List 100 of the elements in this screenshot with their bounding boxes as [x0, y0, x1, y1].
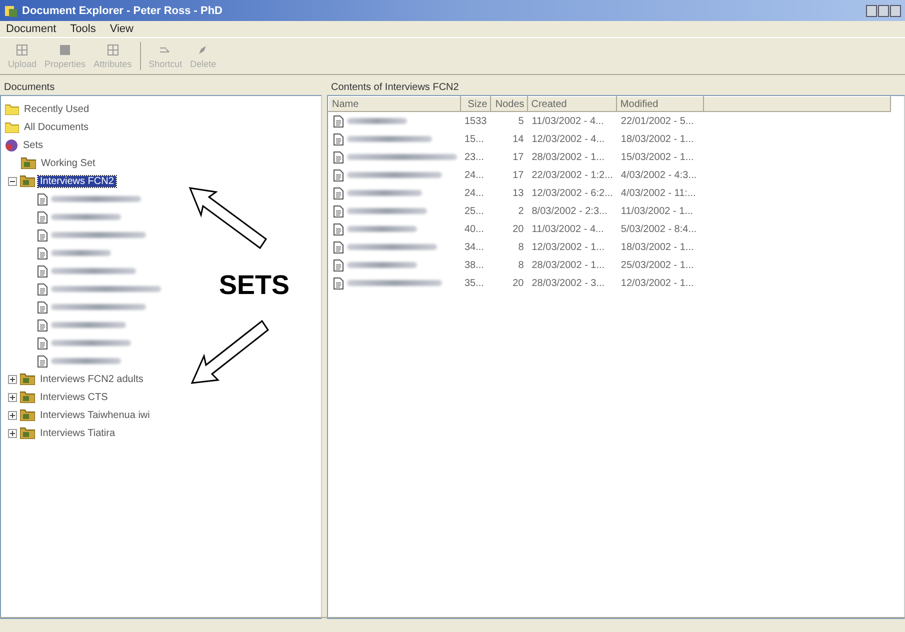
table-cell-text: 15... — [464, 132, 485, 146]
document-icon — [37, 228, 48, 242]
redacted-text — [346, 226, 416, 232]
table-cell-text: 2 — [517, 204, 525, 218]
document-icon — [37, 336, 48, 350]
tree-item[interactable]: Interviews FCN2 — [38, 176, 116, 186]
table-cell-text: 20 — [512, 276, 525, 290]
document-icon — [37, 318, 48, 332]
expand-icon[interactable] — [8, 374, 17, 384]
table-cell: 1533 — [460, 112, 491, 130]
table-cell-text: 34... — [464, 240, 485, 254]
menu-item[interactable]: Document — [6, 23, 56, 35]
redacted-text — [346, 118, 406, 124]
expand-icon[interactable] — [8, 428, 17, 438]
document-icon — [37, 354, 48, 368]
table-cell-text: 8/03/2002 - 2:3... — [530, 204, 608, 218]
tree-item[interactable]: Interviews FCN2 adults — [38, 374, 146, 384]
table-cell-text: 14 — [512, 132, 525, 146]
column-header[interactable]: Size — [460, 96, 491, 112]
document-icon — [37, 264, 48, 278]
table-cell-text: 5/03/2002 - 8:4... — [620, 222, 698, 236]
table-cell-text: 4/03/2002 - 11:... — [620, 186, 697, 200]
maximize-button[interactable] — [878, 4, 889, 16]
minimize-button[interactable] — [866, 4, 877, 16]
window-title: Document Explorer - Peter Ross - PhD — [22, 4, 222, 16]
column-header[interactable]: Created — [528, 96, 617, 112]
redacted-text — [51, 250, 111, 256]
folder-icon — [5, 122, 19, 132]
document-icon — [332, 276, 344, 290]
tree-item[interactable]: Working Set — [39, 158, 98, 168]
redacted-text — [346, 262, 416, 268]
tree-item[interactable]: Recently Used — [22, 104, 92, 114]
table-cell-text: 24... — [464, 186, 485, 200]
document-icon — [332, 204, 344, 218]
document-icon — [332, 114, 344, 128]
folder-icon — [5, 104, 19, 114]
table-cell-text: 8 — [517, 258, 525, 272]
table-cell: 22/01/2002 - 5... — [616, 112, 704, 130]
menu-item[interactable]: View — [110, 23, 134, 35]
tree-item[interactable]: Interviews Tiatira — [38, 428, 118, 438]
table-cell-text: 23... — [464, 150, 485, 164]
expand-icon[interactable] — [8, 392, 17, 402]
table-cell-text: 12/03/2002 - 4... — [530, 132, 606, 146]
tree-item[interactable]: Interviews CTS — [38, 392, 110, 402]
folder-icon — [20, 175, 35, 187]
folder-icon — [20, 391, 35, 403]
column-header[interactable]: Nodes — [490, 96, 528, 112]
table-cell-text: 12/03/2002 - 1... — [620, 276, 695, 290]
arrow-icon — [190, 318, 270, 386]
tree-item[interactable]: All Documents — [22, 122, 90, 132]
table-cell-text: 15/03/2002 - 1... — [620, 150, 695, 164]
document-icon — [37, 192, 48, 206]
document-icon — [332, 222, 344, 236]
pane-title: Documents — [3, 80, 56, 94]
table-cell-text: 8 — [517, 240, 525, 254]
folder-icon — [20, 373, 35, 385]
table-cell-text: 13 — [512, 186, 525, 200]
table-cell-text: 12/03/2002 - 6:2... — [530, 186, 614, 200]
document-icon — [332, 132, 344, 146]
collapse-icon[interactable] — [8, 176, 17, 186]
tree-item[interactable]: Interviews Taiwhenua iwi — [38, 410, 152, 420]
table-cell-text: 12/03/2002 - 1... — [530, 240, 606, 254]
table-cell-text: 28/03/2002 - 1... — [530, 258, 606, 272]
close-button[interactable] — [890, 4, 901, 16]
tree-item[interactable]: Sets — [21, 140, 46, 150]
folder-icon — [21, 157, 36, 169]
folder-icon — [20, 427, 35, 439]
table-cell-text: 38... — [464, 258, 485, 272]
document-icon — [332, 168, 344, 182]
toolbar-icon — [15, 43, 30, 57]
annotation-label: SETS — [219, 270, 290, 301]
table-cell-text: 4/03/2002 - 4:3... — [620, 168, 698, 182]
table-cell: 11/03/2002 - 4... — [528, 112, 617, 130]
document-icon — [332, 186, 344, 200]
arrow-icon — [188, 186, 268, 252]
table-cell-text: 35... — [464, 276, 485, 290]
table-cell-text: 17 — [512, 168, 525, 182]
menu-item[interactable]: Tools — [70, 23, 96, 35]
table-cell-text: 18/03/2002 - 1... — [620, 132, 695, 146]
document-icon — [37, 300, 48, 314]
table-cell-text: 28/03/2002 - 1... — [530, 150, 606, 164]
table-cell-text: 18/03/2002 - 1... — [620, 240, 695, 254]
document-icon — [37, 210, 48, 224]
folder-icon — [20, 409, 35, 421]
expand-icon[interactable] — [8, 410, 17, 420]
column-header[interactable]: Name — [328, 96, 460, 112]
pane-title: Contents of Interviews FCN2 — [330, 80, 460, 94]
document-icon — [332, 240, 344, 254]
sets-icon — [5, 138, 18, 152]
table-cell-text: 20 — [512, 222, 525, 236]
table-cell-text: 11/03/2002 - 1... — [620, 204, 694, 218]
redacted-text — [51, 214, 121, 220]
column-header[interactable]: Modified — [616, 96, 704, 112]
document-icon — [332, 258, 344, 272]
toolbar-icon — [106, 43, 120, 57]
document-icon — [37, 246, 48, 260]
table-cell-text: 24... — [464, 168, 485, 182]
document-icon — [37, 282, 48, 296]
table-cell: 5 — [490, 112, 528, 130]
document-icon — [332, 150, 344, 164]
